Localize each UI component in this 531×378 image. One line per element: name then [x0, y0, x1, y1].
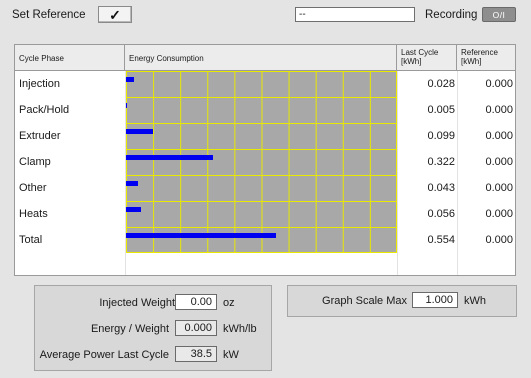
row-phase-label: Injection: [19, 78, 60, 90]
header-last-cycle-line2: [kWh]: [401, 57, 422, 66]
row-reference-value: 0.000: [485, 78, 513, 90]
set-reference-button[interactable]: ✓: [98, 6, 132, 23]
set-reference-label: Set Reference: [12, 9, 86, 21]
header-last-cycle: Last Cycle [kWh]: [397, 45, 457, 71]
row-phase-label: Total: [19, 234, 43, 246]
row-last-cycle-value: 0.099: [427, 130, 455, 142]
weight-power-panel: Injected Weight 0.00 oz Energy / Weight …: [34, 285, 272, 371]
avg-power-label: Average Power Last Cycle: [39, 349, 169, 361]
header-cycle-phase-text: Cycle Phase: [19, 54, 64, 63]
avg-power-value: 38.5: [175, 346, 217, 362]
table-row: Other 0.043 0.000: [15, 175, 515, 201]
recording-toggle[interactable]: O/I: [482, 7, 516, 22]
row-reference-value: 0.000: [485, 182, 513, 194]
header-reference-text: Reference [kWh]: [461, 48, 498, 66]
row-last-cycle-value: 0.005: [427, 104, 455, 116]
header-energy-text: Energy Consumption: [129, 54, 204, 63]
top-toolbar: Set Reference ✓ -- Recording O/I: [0, 0, 531, 26]
row-last-cycle-value: 0.554: [427, 234, 455, 246]
graph-scale-input[interactable]: 1.000: [412, 292, 458, 308]
row-phase-label: Heats: [19, 208, 48, 220]
graph-scale-label: Graph Scale Max: [322, 295, 407, 307]
status-text-field[interactable]: --: [295, 7, 415, 22]
row-reference-value: 0.000: [485, 234, 513, 246]
row-reference-value: 0.000: [485, 104, 513, 116]
row-phase-label: Pack/Hold: [19, 104, 70, 116]
header-reference-line1: Reference: [461, 48, 498, 57]
checkmark-icon: ✓: [109, 6, 121, 23]
avg-power-unit: kW: [223, 349, 239, 361]
graph-scale-panel: Graph Scale Max 1.000 kWh: [287, 285, 517, 317]
header-last-cycle-text: Last Cycle [kWh]: [401, 48, 438, 66]
table-row: Clamp 0.322 0.000: [15, 149, 515, 175]
row-reference-value: 0.000: [485, 156, 513, 168]
energy-weight-value: 0.000: [175, 320, 217, 336]
header-last-cycle-line1: Last Cycle: [401, 48, 439, 57]
injected-weight-label: Injected Weight: [99, 297, 175, 309]
energy-weight-unit: kWh/lb: [223, 323, 257, 335]
row-phase-label: Other: [19, 182, 47, 194]
header-cycle-phase: Cycle Phase: [15, 45, 125, 71]
header-energy-consumption: Energy Consumption: [125, 45, 397, 71]
table-row: Heats 0.056 0.000: [15, 201, 515, 227]
graph-scale-unit: kWh: [464, 295, 486, 307]
row-phase-label: Clamp: [19, 156, 51, 168]
header-reference: Reference [kWh]: [457, 45, 515, 71]
table-row: Injection 0.028 0.000: [15, 71, 515, 97]
injected-weight-unit: oz: [223, 297, 235, 309]
row-reference-value: 0.000: [485, 208, 513, 220]
table-row: Pack/Hold 0.005 0.000: [15, 97, 515, 123]
recording-label: Recording: [425, 9, 478, 21]
injected-weight-input[interactable]: 0.00: [175, 294, 217, 310]
energy-table: Cycle Phase Energy Consumption Last Cycl…: [14, 44, 516, 276]
energy-weight-label: Energy / Weight: [90, 323, 169, 335]
row-phase-label: Extruder: [19, 130, 61, 142]
header-reference-line2: [kWh]: [461, 57, 482, 66]
table-row: Extruder 0.099 0.000: [15, 123, 515, 149]
row-last-cycle-value: 0.322: [427, 156, 455, 168]
row-last-cycle-value: 0.028: [427, 78, 455, 90]
row-last-cycle-value: 0.056: [427, 208, 455, 220]
table-row: Total 0.554 0.000: [15, 227, 515, 253]
row-reference-value: 0.000: [485, 130, 513, 142]
row-last-cycle-value: 0.043: [427, 182, 455, 194]
